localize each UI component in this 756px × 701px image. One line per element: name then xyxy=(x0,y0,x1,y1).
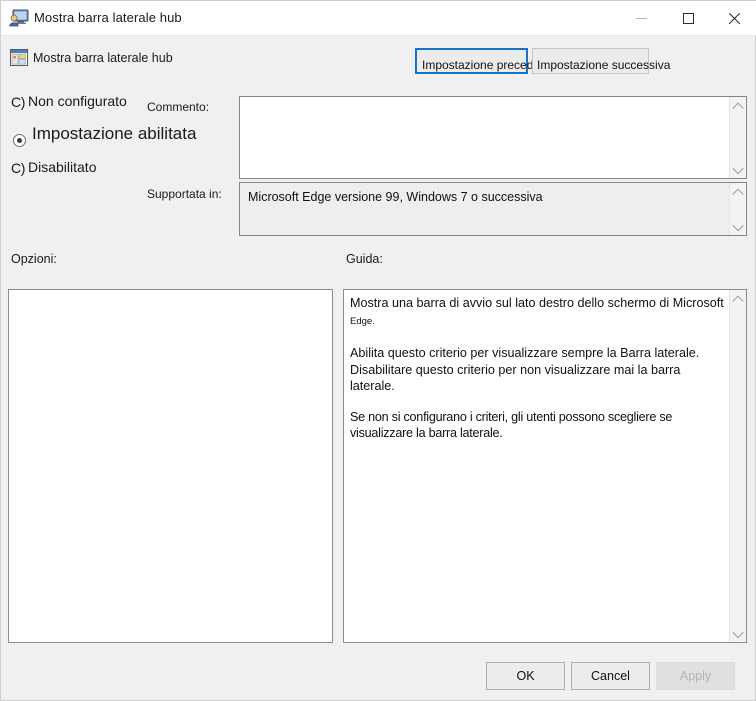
policy-name: Mostra barra laterale hub xyxy=(33,51,173,65)
radio-disabled[interactable]: C) Disabilitato xyxy=(11,159,236,189)
help-paragraph-1: Mostra una barra di avvio sul lato destr… xyxy=(350,295,727,330)
scroll-up-icon[interactable] xyxy=(730,183,746,200)
radio-enabled-label: Impostazione abilitata xyxy=(32,124,197,143)
supported-label: Supportata in: xyxy=(147,187,222,201)
help-scrollbar[interactable] xyxy=(729,290,746,642)
comment-scrollbar[interactable] xyxy=(729,97,746,178)
help-paragraph-3-text: Se non si configurano i criteri, gli ute… xyxy=(350,409,673,441)
monitor-user-icon xyxy=(9,9,29,27)
policy-header: Mostra barra laterale hub Impostazione p… xyxy=(1,36,755,86)
help-label: Guida: xyxy=(346,252,383,266)
close-button[interactable] xyxy=(711,1,756,35)
supported-value: Microsoft Edge versione 99, Windows 7 o … xyxy=(248,190,543,204)
title-bar: Mostra barra laterale hub xyxy=(1,1,756,36)
minimize-icon xyxy=(635,17,647,19)
scroll-up-icon[interactable] xyxy=(730,97,746,114)
previous-setting-button[interactable]: Impostazione precedente xyxy=(415,48,557,74)
apply-button: Apply xyxy=(656,662,735,690)
maximize-icon xyxy=(682,12,694,24)
maximize-button[interactable] xyxy=(665,1,711,35)
radio-disabled-label: Disabilitato xyxy=(28,159,97,175)
policy-settings-window: Mostra barra laterale hub Mostra barra l… xyxy=(0,0,756,701)
options-label: Opzioni: xyxy=(11,252,57,266)
scroll-down-icon[interactable] xyxy=(730,625,746,642)
comment-label: Commento: xyxy=(147,100,210,114)
radio-not-configured-label: Non configurato xyxy=(28,93,127,109)
help-panel: Mostra una barra di avvio sul lato destr… xyxy=(343,289,747,643)
window-title: Mostra barra laterale hub xyxy=(34,10,182,25)
radio-enabled[interactable]: Impostazione abilitata xyxy=(11,124,236,157)
radio-unselected-icon: C) xyxy=(11,94,25,110)
scroll-down-icon[interactable] xyxy=(730,161,746,178)
supported-scrollbar[interactable] xyxy=(729,183,746,235)
radio-selected-icon xyxy=(13,134,26,147)
next-setting-button[interactable]: Impostazione successiva xyxy=(532,48,670,74)
minimize-button[interactable] xyxy=(618,1,664,35)
policy-window-icon xyxy=(10,49,28,66)
radio-unselected-icon: C) xyxy=(11,160,25,176)
close-icon xyxy=(728,12,741,25)
scroll-down-icon[interactable] xyxy=(730,218,746,235)
help-text-body: Mostra una barra di avvio sul lato destr… xyxy=(344,290,731,642)
next-setting-label: Impostazione successiva xyxy=(537,58,671,72)
options-panel[interactable] xyxy=(8,289,333,643)
cancel-button[interactable]: Cancel xyxy=(571,662,650,690)
help-paragraph-1-tail: Edge. xyxy=(350,315,375,327)
help-paragraph-2: Abilita questo criterio per visualizzare… xyxy=(350,346,700,393)
supported-field: Microsoft Edge versione 99, Windows 7 o … xyxy=(239,182,747,236)
comment-textarea[interactable] xyxy=(239,96,747,179)
scroll-up-icon[interactable] xyxy=(730,290,746,307)
help-paragraph-3: Se non si configurano i criteri, gli ute… xyxy=(350,409,727,442)
help-paragraph-1-main: Mostra una barra di avvio sul lato destr… xyxy=(350,296,724,310)
ok-button[interactable]: OK xyxy=(486,662,565,690)
